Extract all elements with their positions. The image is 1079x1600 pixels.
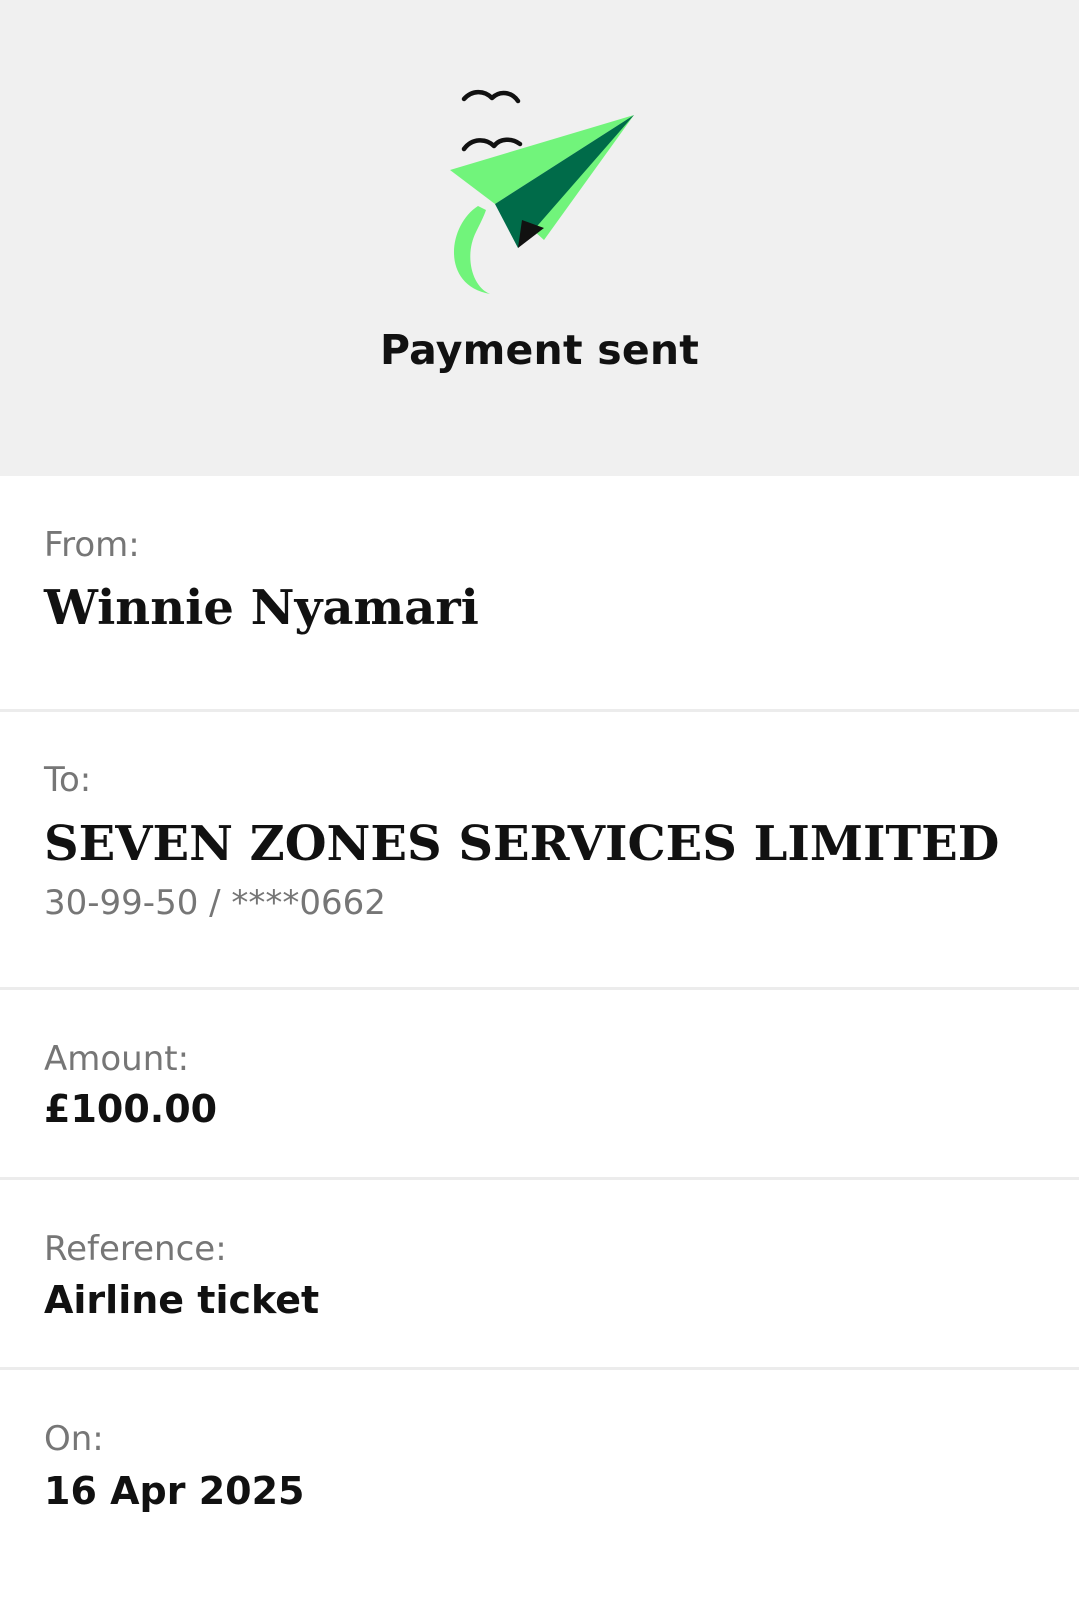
paper-plane-icon bbox=[450, 89, 634, 294]
to-value: SEVEN ZONES SERVICES LIMITED bbox=[44, 816, 1000, 872]
reference-label: Reference: bbox=[44, 1229, 227, 1269]
amount-value: £100.00 bbox=[44, 1087, 218, 1131]
amount-label: Amount: bbox=[44, 1039, 190, 1079]
from-label: From: bbox=[44, 525, 140, 565]
payment-sent-hero: Payment sent bbox=[0, 0, 1079, 476]
bird-icon bbox=[461, 89, 521, 104]
page-title: Payment sent bbox=[379, 326, 700, 374]
date-value: 16 Apr 2025 bbox=[44, 1469, 305, 1513]
swoosh-icon bbox=[453, 206, 490, 294]
bird-icon bbox=[461, 137, 523, 152]
detail-row-reference: Reference: Airline ticket bbox=[0, 1180, 1079, 1370]
to-label: To: bbox=[44, 760, 92, 800]
account-details: 30-99-50 / ****0662 bbox=[44, 883, 386, 923]
detail-row-from: From: Winnie Nyamari bbox=[0, 476, 1079, 712]
reference-value: Airline ticket bbox=[44, 1278, 320, 1322]
date-label: On: bbox=[44, 1419, 104, 1459]
detail-row-to: To: SEVEN ZONES SERVICES LIMITED 30-99-5… bbox=[0, 712, 1079, 990]
detail-row-date: On: 16 Apr 2025 bbox=[0, 1370, 1079, 1600]
payment-confirmation-screen: Payment sent From: Winnie Nyamari To: SE… bbox=[0, 0, 1079, 1600]
detail-row-amount: Amount: £100.00 bbox=[0, 990, 1079, 1180]
from-value: Winnie Nyamari bbox=[44, 580, 479, 636]
